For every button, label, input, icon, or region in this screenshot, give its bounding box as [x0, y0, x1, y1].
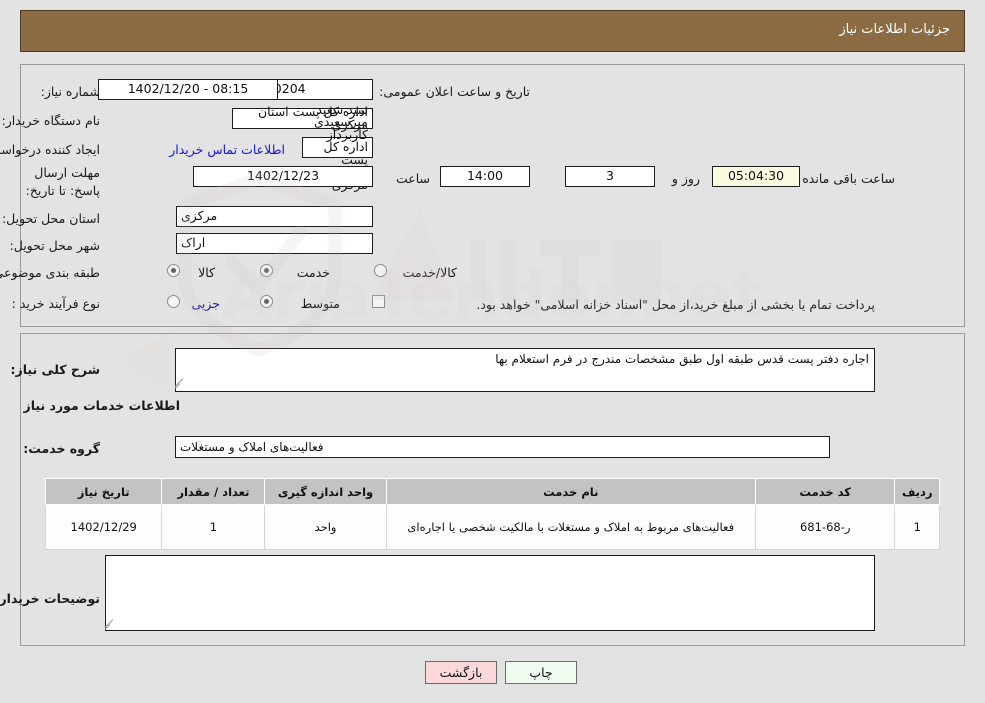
th-name: نام خدمت [385, 478, 756, 505]
category-label: طبقه بندی موضوعی: [0, 265, 100, 280]
deadline-time-label: ساعت [395, 171, 430, 186]
cell-radif: 1 [894, 504, 940, 550]
table-row: 1 ر-68-681 فعالیت‌های مربوط به املاک و م… [44, 504, 940, 550]
service-group-field[interactable]: فعالیت‌های املاک و مستغلات [175, 436, 830, 458]
deadline-days-label: روز و [671, 171, 700, 186]
print-button[interactable]: چاپ [505, 661, 577, 684]
services-section-heading: اطلاعات خدمات مورد نیاز [23, 398, 181, 413]
need-info-panel [20, 64, 965, 327]
th-radif: ردیف [894, 478, 940, 505]
table-header-row: ردیف کد خدمت نام خدمت واحد اندازه گیری ت… [44, 478, 940, 505]
page-title: جزئیات اطلاعات نیاز [839, 22, 950, 37]
province-field[interactable]: مرکزی [176, 206, 373, 227]
radio-purchase-jozii-label: جزیی [191, 296, 220, 311]
radio-category-kala-khedmat-label: کالا/خدمت [402, 265, 457, 280]
page-root: جزئیات اطلاعات نیاز شماره نیاز: 11020032… [0, 0, 985, 703]
buyer-notes-label: توضیحات خریدار: [0, 591, 100, 606]
buyer-contact-link[interactable]: اطلاعات تماس خریدار [169, 142, 285, 157]
treasury-docs-note: پرداخت تمام یا بخشی از مبلغ خرید،از محل … [476, 297, 875, 312]
deadline-days-field[interactable]: 3 [565, 166, 655, 187]
th-qty: تعداد / مقدار [161, 478, 266, 505]
radio-category-kala-khedmat[interactable] [374, 264, 387, 277]
need-number-label: شماره نیاز: [40, 84, 100, 99]
page-header: جزئیات اطلاعات نیاز [20, 10, 965, 52]
deadline-countdown-field: 05:04:30 [712, 166, 800, 187]
cell-unit: واحد [264, 504, 387, 550]
treasury-docs-checkbox[interactable] [372, 295, 385, 308]
cell-date: 1402/12/29 [44, 504, 163, 550]
radio-category-khedmat-label: خدمت [296, 265, 330, 280]
description-label: شرح کلی نیاز: [10, 362, 100, 377]
radio-purchase-jozii[interactable] [167, 295, 180, 308]
back-button[interactable]: بازگشت [425, 661, 497, 684]
th-code: کد خدمت [754, 478, 896, 505]
creator-label: ایجاد کننده درخواست: [0, 142, 100, 157]
cell-code: ر-68-681 [754, 504, 896, 550]
description-textarea[interactable]: اجاره دفتر پست قدس طبقه اول طبق مشخصات م… [175, 348, 875, 392]
deadline-time-field[interactable]: 14:00 [440, 166, 530, 187]
deadline-countdown-label: ساعت باقی مانده [802, 171, 895, 186]
radio-category-khedmat[interactable] [260, 264, 273, 277]
announce-datetime-field[interactable]: 08:15 - 1402/12/20 [98, 79, 278, 100]
service-group-label: گروه خدمت: [23, 441, 100, 456]
city-field[interactable]: اراک [176, 233, 373, 254]
buyer-notes-textarea[interactable] [105, 555, 875, 631]
radio-purchase-motevaset-label: متوسط [300, 296, 340, 311]
deadline-label: مهلت ارسال پاسخ: تا تاریخ: [25, 165, 100, 199]
purchase-type-label: نوع فرآیند خرید : [11, 296, 100, 311]
services-table: ردیف کد خدمت نام خدمت واحد اندازه گیری ت… [44, 478, 940, 550]
th-date: تاریخ نیاز [44, 478, 163, 505]
cell-qty: 1 [161, 504, 266, 550]
city-label: شهر محل تحویل: [9, 238, 100, 253]
th-unit: واحد اندازه گیری [264, 478, 387, 505]
announce-datetime-label: تاریخ و ساعت اعلان عمومی: [379, 84, 530, 99]
radio-category-kala[interactable] [167, 264, 180, 277]
deadline-date-field[interactable]: 1402/12/23 [193, 166, 373, 187]
cell-name: فعالیت‌های مربوط به املاک و مستغلات با م… [385, 504, 756, 550]
buyer-org-label: نام دستگاه خریدار: [1, 113, 100, 128]
radio-purchase-motevaset[interactable] [260, 295, 273, 308]
radio-category-kala-label: کالا [198, 265, 215, 280]
province-label: استان محل تحویل: [1, 211, 100, 226]
creator-field[interactable]: سید سعید میرسعیدی کاربرداز اداره کل پست … [302, 103, 373, 191]
